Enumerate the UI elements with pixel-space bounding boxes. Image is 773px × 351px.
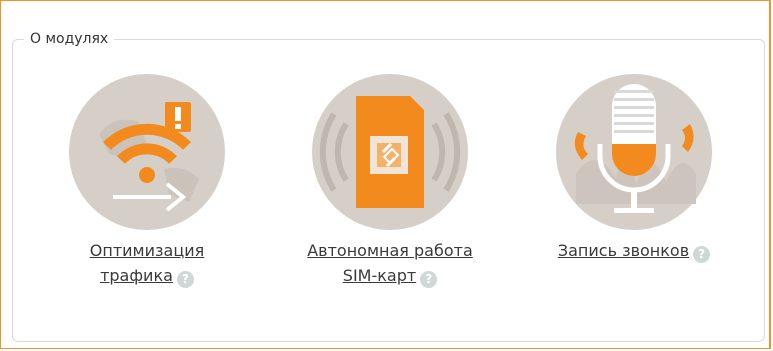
- section-legend: О модулях: [24, 30, 115, 48]
- traffic-optimization-link[interactable]: Оптимизация: [90, 241, 204, 260]
- wifi-warning-icon[interactable]: [69, 74, 225, 230]
- help-icon[interactable]: ?: [693, 246, 711, 263]
- module-autonomous-sim: Автономная работа SIM-карт?: [275, 74, 505, 288]
- autonomous-sim-link-line2[interactable]: SIM-карт: [343, 266, 416, 285]
- module-traffic-optimization: Оптимизация трафика?: [32, 74, 262, 288]
- module-caption: Запись звонков?: [519, 238, 749, 263]
- microphone-icon[interactable]: [556, 74, 712, 230]
- module-caption: Автономная работа SIM-карт?: [275, 238, 505, 288]
- autonomous-sim-link[interactable]: Автономная работа: [307, 241, 473, 260]
- module-call-recording: Запись звонков?: [519, 74, 749, 263]
- help-icon[interactable]: ?: [176, 271, 194, 288]
- sim-card-icon[interactable]: [312, 74, 468, 230]
- call-recording-link[interactable]: Запись звонков: [558, 241, 689, 260]
- module-caption: Оптимизация трафика?: [32, 238, 262, 288]
- help-icon[interactable]: ?: [420, 271, 438, 288]
- traffic-optimization-link-line2[interactable]: трафика: [100, 266, 173, 285]
